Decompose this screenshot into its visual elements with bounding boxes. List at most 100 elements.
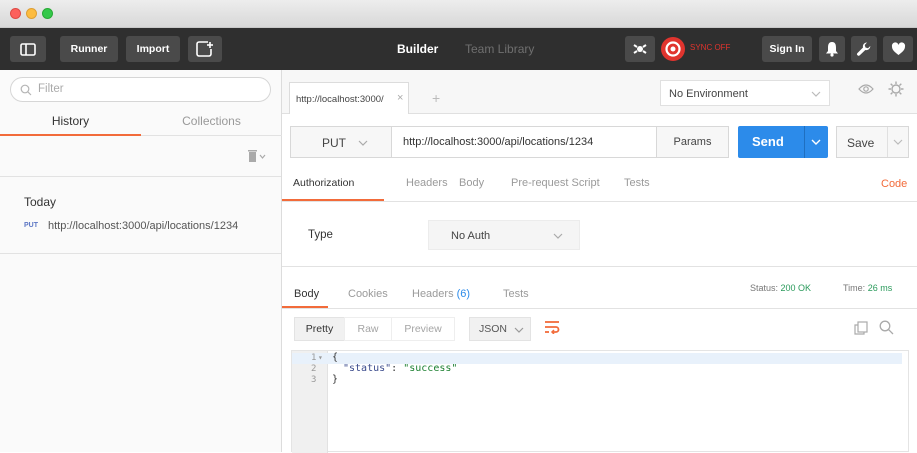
minimize-window-button[interactable] (26, 8, 37, 19)
line-number: 3 (311, 375, 317, 385)
status-label: Status: (750, 283, 779, 293)
auth-type-label: Type (308, 229, 333, 241)
view-raw-button[interactable]: Raw (344, 317, 392, 341)
environment-select-value: No Environment (669, 88, 748, 100)
response-body-editor[interactable]: 1 ▾ 2 3 { "status": "success" } (291, 350, 909, 453)
import-button[interactable]: Import (126, 36, 180, 62)
sidebar-toggle-button[interactable] (10, 36, 46, 62)
format-select-value: JSON (479, 323, 508, 335)
json-colon: : (391, 363, 404, 374)
headers-count-badge: (6) (456, 288, 471, 300)
eye-icon (858, 84, 874, 94)
tab-builder[interactable]: Builder (397, 42, 438, 56)
auth-type-value: No Auth (451, 230, 491, 242)
heart-icon (891, 42, 905, 55)
url-input[interactable]: http://localhost:3000/api/locations/1234 (391, 126, 657, 158)
environment-select[interactable]: No Environment (660, 80, 830, 106)
love-button[interactable] (883, 36, 913, 62)
wrap-lines-button[interactable] (544, 320, 560, 337)
settings-button[interactable] (851, 36, 877, 62)
response-status: Status: 200 OK (750, 283, 811, 293)
code-line: } (332, 374, 339, 385)
wrench-icon (857, 42, 871, 56)
close-tab-icon[interactable]: × (397, 92, 403, 104)
chevron-down-icon (553, 233, 563, 239)
send-button-label: Send (752, 134, 784, 149)
manage-environments-button[interactable] (888, 81, 904, 100)
view-pretty-button[interactable]: Pretty (294, 317, 345, 341)
tab-body[interactable]: Body (459, 177, 484, 189)
history-group-title: Today (24, 195, 57, 209)
notifications-button[interactable] (819, 36, 845, 62)
chevron-down-icon (811, 91, 821, 97)
clear-history-button[interactable] (246, 149, 268, 163)
new-window-button[interactable] (188, 36, 222, 62)
history-item[interactable]: PUT http://localhost:3000/api/locations/… (0, 216, 281, 238)
save-button-label: Save (847, 136, 875, 150)
tab-headers[interactable]: Headers (406, 177, 448, 189)
line-number: 2 (311, 364, 317, 374)
maximize-window-button[interactable] (42, 8, 53, 19)
time-value: 26 ms (867, 283, 893, 293)
method-select[interactable]: PUT (290, 126, 392, 158)
params-button[interactable]: Params (656, 126, 729, 158)
search-response-button[interactable] (879, 320, 894, 338)
json-key: "status" (343, 363, 392, 374)
copy-response-button[interactable] (854, 321, 868, 338)
main-toolbar: Runner Import Builder Team Library SYNC … (0, 28, 917, 70)
auth-type-select[interactable]: No Auth (428, 220, 580, 250)
line-number: 1 (311, 353, 317, 363)
view-preview-button[interactable]: Preview (391, 317, 455, 341)
format-select[interactable]: JSON (469, 317, 531, 341)
generate-code-link[interactable]: Code (881, 178, 907, 190)
chevron-down-icon (811, 139, 821, 145)
response-tab-body[interactable]: Body (294, 288, 319, 300)
request-tab[interactable]: http://localhost:3000/ × (289, 82, 409, 114)
tab-history[interactable]: History (0, 106, 141, 136)
response-tab-cookies[interactable]: Cookies (348, 288, 388, 300)
tab-collections[interactable]: Collections (141, 106, 282, 136)
sync-icon (665, 41, 681, 57)
chevron-down-icon (514, 327, 524, 333)
sidebar-icon (20, 43, 36, 56)
history-item-method: PUT (24, 222, 38, 229)
sign-in-button[interactable]: Sign In (762, 36, 812, 62)
url-input-value: http://localhost:3000/api/locations/1234 (403, 136, 594, 148)
satellite-icon (633, 44, 647, 54)
send-button[interactable]: Send (738, 126, 828, 158)
filter-input[interactable]: Filter (10, 77, 271, 102)
request-builder: http://localhost:3000/ × + No Environmen… (282, 70, 917, 453)
tab-tests[interactable]: Tests (624, 177, 650, 189)
response-tab-headers[interactable]: Headers (6) (412, 288, 470, 300)
json-value: "success" (403, 363, 458, 374)
tab-authorization[interactable]: Authorization (293, 177, 354, 189)
add-tab-button[interactable]: + (432, 90, 440, 106)
sync-status-button[interactable] (661, 37, 685, 61)
chevron-down-icon (358, 140, 368, 146)
search-icon (879, 320, 894, 335)
code-line: "status": "success" (343, 363, 457, 374)
runner-button[interactable]: Runner (60, 36, 118, 62)
fold-arrow-icon[interactable]: ▾ (318, 353, 323, 362)
bell-icon (826, 42, 838, 57)
save-button[interactable]: Save (836, 126, 909, 158)
gear-icon (888, 81, 904, 97)
time-label: Time: (843, 283, 866, 293)
filter-placeholder: Filter (38, 83, 64, 95)
environment-quick-look-button[interactable] (858, 83, 874, 98)
window-title-bar (0, 0, 917, 28)
trash-icon (248, 150, 266, 162)
tab-team-library[interactable]: Team Library (465, 42, 534, 56)
response-tab-tests[interactable]: Tests (503, 288, 529, 300)
response-time: Time: 26 ms (843, 283, 892, 293)
sidebar: Filter History Collections Today PUT htt… (0, 70, 282, 452)
method-select-value: PUT (322, 136, 346, 150)
interceptor-button[interactable] (625, 36, 655, 62)
close-window-button[interactable] (10, 8, 21, 19)
response-tab-headers-label: Headers (412, 288, 454, 300)
history-item-url: http://localhost:3000/api/locations/1234 (48, 220, 239, 232)
code-line: { (332, 352, 339, 363)
status-value: 200 OK (780, 283, 812, 293)
tab-pre-request-script[interactable]: Pre-request Script (511, 177, 600, 189)
wrap-icon (545, 321, 560, 335)
